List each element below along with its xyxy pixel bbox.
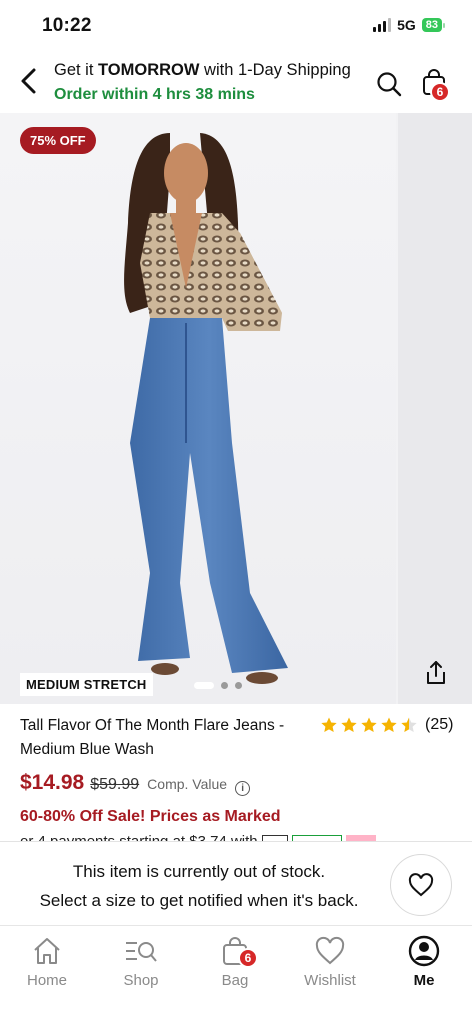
network-label: 5G xyxy=(397,17,416,33)
review-count[interactable]: (25) xyxy=(425,716,453,734)
star-icon xyxy=(321,717,337,733)
heart-icon xyxy=(315,936,345,965)
nav-wishlist-label: Wishlist xyxy=(304,972,356,989)
back-arrow-icon[interactable] xyxy=(18,66,40,96)
product-rating[interactable]: (25) xyxy=(320,716,453,734)
product-header: Get it TOMORROW with 1-Day Shipping Orde… xyxy=(0,52,472,112)
share-icon[interactable] xyxy=(422,659,450,687)
star-icon xyxy=(361,717,377,733)
product-image-gallery[interactable]: 75% OFF MEDIUM STRETCH xyxy=(0,113,472,704)
promo-text: 60-80% Off Sale! Prices as Marked xyxy=(20,808,281,825)
bottom-navigation: Home Shop 6 Bag Wishlist Me xyxy=(0,925,472,1024)
nav-shop[interactable]: Shop xyxy=(94,934,188,989)
product-title: Tall Flavor Of The Month Flare Jeans - M… xyxy=(20,717,285,758)
carousel-dots[interactable] xyxy=(194,682,242,689)
carousel-dot[interactable] xyxy=(235,682,242,689)
carousel-dot[interactable] xyxy=(194,682,214,689)
notify-instruction: Select a size to get notified when it's … xyxy=(39,891,359,910)
shipping-prefix: Get it xyxy=(54,61,99,79)
star-icon xyxy=(381,717,397,733)
nav-bag[interactable]: 6 Bag xyxy=(188,934,282,989)
nav-shop-label: Shop xyxy=(123,972,159,989)
price-row: $14.98 $59.99 Comp. Value i xyxy=(20,771,251,796)
fit-tag: MEDIUM STRETCH xyxy=(20,673,153,696)
next-product-image[interactable] xyxy=(398,113,472,704)
half-star-icon xyxy=(401,717,417,733)
model-figure xyxy=(124,133,288,684)
heart-icon xyxy=(408,873,434,897)
out-of-stock-panel: This item is currently out of stock. Sel… xyxy=(0,841,472,925)
out-of-stock-line: This item is currently out of stock. xyxy=(72,862,326,881)
shipping-suffix: with 1-Day Shipping xyxy=(199,61,351,79)
status-time: 10:22 xyxy=(42,15,92,36)
nav-bag-label: Bag xyxy=(221,972,249,989)
rating-stars xyxy=(320,716,418,734)
nav-me-label: Me xyxy=(413,972,435,989)
profile-icon xyxy=(408,935,440,967)
shipping-day: TOMORROW xyxy=(98,61,200,79)
original-price: $59.99 xyxy=(90,776,140,793)
nav-home-label: Home xyxy=(26,972,67,989)
shipping-message: Get it TOMORROW with 1-Day Shipping xyxy=(54,61,351,80)
home-icon xyxy=(34,938,60,964)
nav-wishlist[interactable]: Wishlist xyxy=(283,934,377,989)
status-indicators: 5G 83 xyxy=(373,17,446,33)
shop-icon xyxy=(126,942,157,962)
star-icon xyxy=(341,717,357,733)
header-bag-button[interactable]: 6 xyxy=(420,68,452,102)
comp-value-label: Comp. Value xyxy=(147,776,228,792)
order-countdown: Order within 4 hrs 38 mins xyxy=(54,86,255,103)
info-icon[interactable]: i xyxy=(235,781,251,796)
signal-icon xyxy=(373,18,392,32)
product-image[interactable] xyxy=(0,113,396,704)
battery-icon: 83 xyxy=(421,18,446,32)
nav-me[interactable]: Me xyxy=(377,934,471,989)
sale-price: $14.98 xyxy=(20,771,85,794)
status-bar: 10:22 5G 83 xyxy=(0,0,472,52)
nav-home[interactable]: Home xyxy=(0,934,94,989)
out-of-stock-message: This item is currently out of stock. Sel… xyxy=(18,857,380,915)
add-to-wishlist-button[interactable] xyxy=(390,854,452,916)
search-icon[interactable] xyxy=(376,71,402,97)
nav-bag-badge: 6 xyxy=(238,948,258,968)
carousel-dot[interactable] xyxy=(221,682,228,689)
bag-count-badge: 6 xyxy=(430,82,450,102)
discount-badge: 75% OFF xyxy=(20,127,96,154)
